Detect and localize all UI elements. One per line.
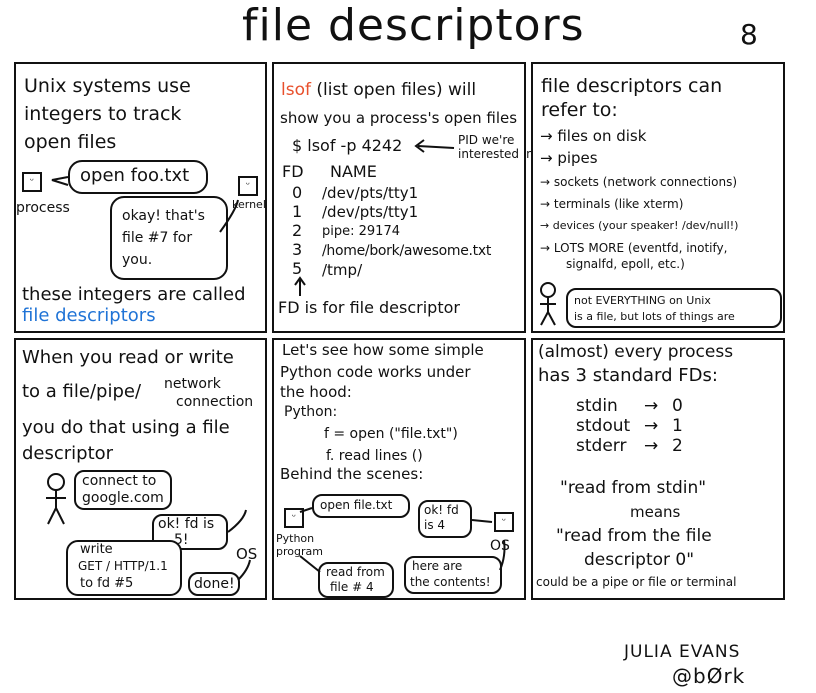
stick-figure-head [540,282,556,298]
kernel-bubble-tail [219,199,239,233]
contents-tail [499,539,506,571]
read-from-tail [299,555,321,573]
ok-fd-tail [471,519,493,523]
pid-arrow [417,145,455,149]
process-bubble-tail [51,176,69,186]
panel4-stick-figure-body [46,490,66,525]
panel4-stick-figure-head [47,473,65,491]
done-bubble-tail [237,559,251,581]
line-art-overlay [46,139,556,581]
os-fd-bubble-tail [227,509,247,533]
open-file-tail [299,507,313,513]
stick-figure-body [540,297,556,326]
